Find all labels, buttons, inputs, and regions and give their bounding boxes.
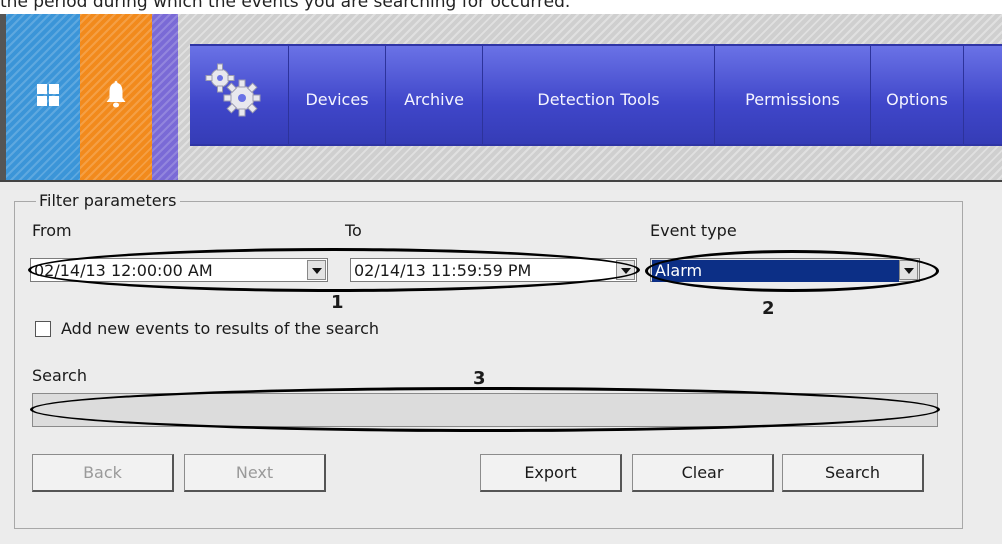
purple-tile	[152, 14, 178, 180]
settings-navbar: Devices Archive Detection Tools Permissi…	[190, 44, 1002, 146]
search-label: Search	[32, 366, 87, 385]
callout-number-1: 1	[331, 292, 344, 313]
export-button[interactable]: Export	[480, 454, 622, 492]
callout-ellipse-3	[30, 387, 940, 432]
callout-ellipse-1	[28, 248, 640, 292]
caption-text-content: the period during which the events you a…	[0, 0, 571, 12]
callout-ellipse-2	[645, 250, 939, 292]
nav-options-label: Options	[886, 90, 948, 109]
top-bar: Devices Archive Detection Tools Permissi…	[0, 14, 1002, 182]
clear-button[interactable]: Clear	[632, 454, 774, 492]
nav-detection-tools[interactable]: Detection Tools	[483, 46, 715, 144]
nav-archive-label: Archive	[404, 90, 464, 109]
add-new-events-checkbox[interactable]	[35, 321, 51, 337]
next-button[interactable]: Next	[184, 454, 326, 492]
nav-devices-label: Devices	[305, 90, 369, 109]
windows-icon	[37, 84, 59, 106]
from-label: From	[32, 221, 72, 240]
caption-text: the period during which the events you a…	[0, 0, 1002, 14]
alarm-tile[interactable]	[80, 14, 152, 180]
nav-permissions-label: Permissions	[745, 90, 840, 109]
filter-panel-title: Filter parameters	[36, 191, 180, 210]
windows-tile[interactable]	[6, 14, 80, 180]
callout-number-3: 3	[473, 368, 486, 389]
gears-icon	[205, 63, 261, 117]
settings-gear-button[interactable]	[190, 46, 289, 144]
event-type-label: Event type	[650, 221, 737, 240]
search-button[interactable]: Search	[782, 454, 924, 492]
back-button[interactable]: Back	[32, 454, 174, 492]
callout-number-2: 2	[762, 298, 775, 319]
bell-icon	[106, 81, 126, 108]
nav-options[interactable]: Options	[871, 46, 964, 144]
to-label: To	[345, 221, 362, 240]
nav-detection-tools-label: Detection Tools	[537, 90, 660, 109]
nav-devices[interactable]: Devices	[289, 46, 386, 144]
add-new-events-label: Add new events to results of the search	[61, 319, 380, 338]
nav-archive[interactable]: Archive	[386, 46, 483, 144]
nav-permissions[interactable]: Permissions	[715, 46, 871, 144]
